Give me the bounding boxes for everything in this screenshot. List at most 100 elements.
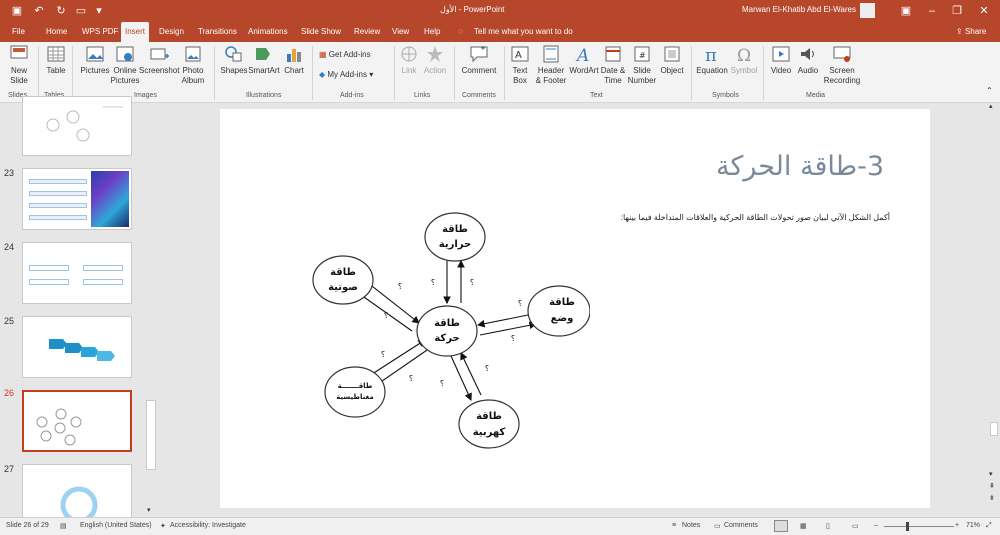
header-footer-button[interactable]: Header & Footer	[534, 44, 568, 86]
normal-view-icon[interactable]	[774, 520, 788, 532]
spellcheck-icon[interactable]: ▤	[60, 522, 67, 530]
tab-slide-show[interactable]: Slide Show	[297, 22, 345, 42]
accessibility-icon[interactable]: ✦	[160, 522, 166, 530]
undo-icon[interactable]: ↶	[32, 3, 46, 19]
ribbon-display-icon[interactable]: ▣	[896, 2, 916, 20]
tab-help[interactable]: Help	[420, 22, 444, 42]
next-slide-icon[interactable]: ⇟	[989, 494, 995, 502]
collapse-ribbon-icon[interactable]: ⌃	[986, 86, 993, 96]
slide-thumbnail-27[interactable]	[22, 464, 132, 524]
new-slide-label: New	[10, 66, 27, 75]
comments-icon[interactable]: ▭	[714, 522, 721, 530]
shapes-button[interactable]: Shapes	[219, 44, 249, 76]
node-magnetic	[324, 366, 386, 418]
equation-button[interactable]: π Equation	[695, 44, 729, 76]
pictures-button[interactable]: Pictures	[80, 44, 110, 76]
energy-diagram[interactable]: طاقة حرارية طاقة صوتية طاقة وضع طاقة حرك…	[220, 109, 930, 508]
get-addins-button[interactable]: ▦ Get Add-ins	[319, 50, 371, 60]
svg-text:Ω: Ω	[737, 46, 751, 64]
group-separator	[691, 46, 692, 100]
redo-icon[interactable]: ↻	[54, 3, 68, 19]
chart-label: Chart	[284, 66, 304, 75]
tab-animations[interactable]: Animations	[244, 22, 292, 42]
scrollbar-thumb[interactable]	[146, 400, 156, 470]
scroll-down-icon[interactable]: ▾	[147, 506, 151, 514]
zoom-slider[interactable]	[884, 526, 954, 527]
tab-home[interactable]: Home	[42, 22, 71, 42]
slide-number-button[interactable]: # Slide Number	[627, 44, 657, 86]
status-bar: Slide 26 of 29 ▤ English (United States)…	[0, 517, 1000, 535]
text-box-button[interactable]: A Text Box	[508, 44, 532, 86]
node-potential-line-1: طاقة	[549, 297, 575, 308]
fit-to-window-icon[interactable]: ⤢	[986, 522, 992, 530]
close-icon[interactable]: ✕	[974, 2, 994, 20]
object-button[interactable]: Object	[658, 44, 686, 76]
smartart-button[interactable]: SmartArt	[247, 44, 281, 76]
tab-view[interactable]: View	[388, 22, 413, 42]
date-time-button[interactable]: Date & Time	[599, 44, 627, 86]
tab-design[interactable]: Design	[155, 22, 188, 42]
slide-thumbnail-24[interactable]	[22, 242, 132, 304]
previous-slide-icon[interactable]: ⇞	[989, 482, 995, 490]
table-button[interactable]: Table	[44, 44, 68, 76]
customize-toolbar-icon[interactable]: ▾	[92, 3, 106, 19]
thumbnail-scrollbar[interactable]: ▾	[146, 104, 156, 517]
scroll-up-icon[interactable]: ▴	[989, 102, 993, 110]
blank-mark: ؟	[398, 282, 402, 291]
avatar[interactable]	[860, 3, 875, 18]
slide-canvas[interactable]: 3-طاقة الحركة أكمل الشكل الآتي لبيان صور…	[220, 109, 930, 508]
video-button[interactable]: Video	[768, 44, 794, 76]
symbol-button[interactable]: Ω Symbol	[729, 44, 759, 76]
new-slide-button[interactable]: New Slide	[6, 44, 32, 86]
slideshow-icon[interactable]: ▭	[852, 522, 859, 530]
scrollbar-thumb[interactable]	[990, 422, 998, 436]
tab-review[interactable]: Review	[350, 22, 384, 42]
present-icon[interactable]: ▭	[74, 3, 88, 19]
language-status[interactable]: English (United States)	[80, 522, 152, 529]
comments-button[interactable]: Comments	[724, 522, 758, 529]
tab-insert[interactable]: Insert	[121, 22, 150, 42]
action-button[interactable]: Action	[422, 44, 448, 76]
reading-view-icon[interactable]: ▯	[826, 522, 830, 530]
screenshot-button[interactable]: Screenshot	[139, 44, 179, 76]
save-icon[interactable]: ▣	[10, 3, 24, 19]
screenshot-label: Screenshot	[139, 66, 180, 75]
slide-thumbnail-26-selected[interactable]	[22, 390, 132, 452]
screen-recording-button[interactable]: Screen Recording	[822, 44, 862, 86]
zoom-level[interactable]: 71%	[966, 522, 980, 529]
tell-me-search[interactable]: Tell me what you want to do	[470, 22, 577, 42]
my-addins-button[interactable]: ◆ My Add-ins ▾	[319, 70, 373, 80]
zoom-in-icon[interactable]: +	[955, 522, 959, 529]
slide-thumbnail-25[interactable]	[22, 316, 132, 378]
tab-wps-pdf[interactable]: WPS PDF	[78, 22, 122, 42]
slide-thumbnail-22[interactable]	[22, 96, 132, 156]
photo-album-button[interactable]: Photo Album	[178, 44, 208, 86]
thumbnail-diagram-preview	[46, 106, 123, 142]
thumbnail-row	[29, 279, 69, 285]
restore-icon[interactable]: ❐	[947, 2, 967, 20]
notes-icon[interactable]: ≡	[672, 522, 676, 529]
tab-file[interactable]: File	[8, 22, 29, 42]
group-separator	[214, 46, 215, 100]
zoom-out-icon[interactable]: –	[874, 522, 878, 529]
wordart-button[interactable]: A WordArt	[567, 44, 601, 76]
chart-button[interactable]: Chart	[283, 44, 305, 76]
minimize-icon[interactable]: –	[922, 2, 942, 20]
audio-button[interactable]: Audio	[795, 44, 821, 76]
user-name[interactable]: Marwan El-Khatib Abd El-Wares	[742, 5, 856, 14]
group-label-media: Media	[806, 92, 826, 99]
tab-transitions[interactable]: Transitions	[194, 22, 241, 42]
slide-scrollbar[interactable]: ▴ ▾ ⇞ ⇟	[988, 102, 1000, 517]
zoom-slider-thumb[interactable]	[906, 522, 909, 531]
slide-thumbnail-23[interactable]	[22, 168, 132, 230]
group-label-addins: Add-ins	[340, 92, 364, 99]
comment-button[interactable]: Comment	[460, 44, 498, 76]
link-button[interactable]: Link	[398, 44, 420, 76]
online-pictures-button[interactable]: Online Pictures	[110, 44, 140, 86]
share-button[interactable]: ⇪ Share	[952, 22, 990, 42]
scroll-down-icon[interactable]: ▾	[989, 470, 993, 478]
accessibility-status[interactable]: Accessibility: Investigate	[170, 522, 246, 529]
photo-album-label-2: Album	[181, 76, 205, 85]
slide-sorter-icon[interactable]: ▦	[800, 522, 807, 530]
notes-button[interactable]: Notes	[682, 522, 700, 529]
